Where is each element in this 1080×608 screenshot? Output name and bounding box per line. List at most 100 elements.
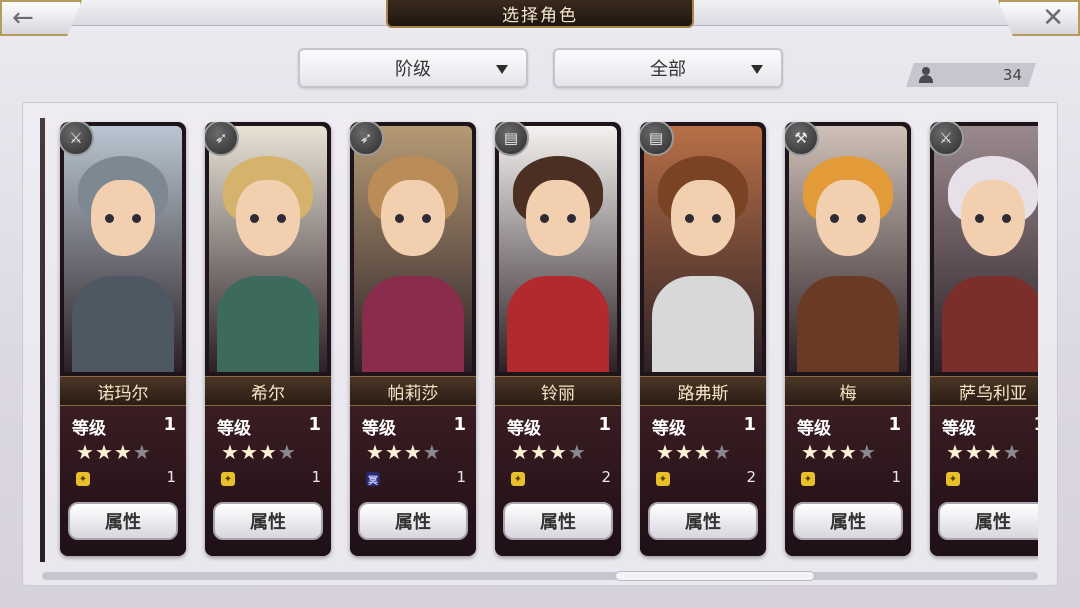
attribute-button[interactable]: 属性 — [648, 502, 758, 540]
element-count: 1 — [891, 468, 901, 486]
category-filter-dropdown[interactable]: 全部 — [553, 48, 783, 88]
portrait-body — [217, 276, 319, 372]
page-title: 选择角色 — [386, 0, 694, 28]
level-value: 1 — [598, 414, 611, 435]
character-card[interactable]: ⚔萨乌利亚等级1★★★★✦属性 — [930, 122, 1038, 556]
portrait-body — [362, 276, 464, 372]
rank-filter-label: 阶级 — [395, 59, 431, 80]
portrait-eye — [712, 214, 721, 223]
level-label: 等级 — [942, 419, 976, 439]
character-card[interactable]: ▤ 路弗斯 等级 1 ★★★★ ✦ 2 属性 — [640, 122, 766, 556]
element-count: 1 — [456, 468, 466, 486]
character-portrait — [934, 126, 1038, 372]
character-stats: 等级 1 ★★★★ 冥 1 属性 — [350, 406, 476, 556]
portrait-eye — [857, 214, 866, 223]
star-rating: ★★★★ — [801, 440, 877, 464]
element-icon: ✦ — [221, 472, 235, 486]
character-card[interactable]: ➶ 希尔 等级 1 ★★★★ ✦ 1 属性 — [205, 122, 331, 556]
element-icon: ✦ — [511, 472, 525, 486]
portrait-face — [816, 180, 880, 256]
arrow-left-icon: ← — [12, 3, 34, 33]
close-icon: ✕ — [1042, 3, 1064, 33]
character-name: 铃丽 — [495, 376, 621, 406]
portrait-eye — [132, 214, 141, 223]
portrait-face — [961, 180, 1025, 256]
rank-filter-dropdown[interactable]: 阶级 — [298, 48, 528, 88]
character-card[interactable]: ➶ 帕莉莎 等级 1 ★★★★ 冥 1 属性 — [350, 122, 476, 556]
star-rating: ★★★★ — [76, 440, 152, 464]
portrait-face — [381, 180, 445, 256]
portrait-eye — [250, 214, 259, 223]
portrait-eye — [422, 214, 431, 223]
level-value: 1 — [453, 414, 466, 435]
character-name: 希尔 — [205, 376, 331, 406]
character-portrait — [354, 126, 472, 372]
person-icon — [918, 67, 934, 83]
attribute-button[interactable]: 属性 — [793, 502, 903, 540]
chevron-down-icon — [751, 65, 763, 74]
character-name: 路弗斯 — [640, 376, 766, 406]
portrait-body — [652, 276, 754, 372]
character-name: 帕莉莎 — [350, 376, 476, 406]
portrait-eye — [830, 214, 839, 223]
level-label: 等级 — [652, 419, 686, 439]
element-count: 1 — [166, 468, 176, 486]
star-rating: ★★★★ — [946, 440, 1022, 464]
roster-count-value: 34 — [1002, 66, 1022, 84]
character-carousel[interactable]: ⚔ 诺玛尔 等级 1 ★★★★ ✦ 1 属性 ➶ 希尔 等级 1 ★★★★ ✦ 1 属性 ➶ 帕莉莎 等级 1 ★★★★… — [40, 118, 1038, 562]
portrait-face — [91, 180, 155, 256]
portrait-eye — [1002, 214, 1011, 223]
element-count: 1 — [311, 468, 321, 486]
level-value: 1 — [888, 414, 901, 435]
element-count: 2 — [746, 468, 756, 486]
portrait-eye — [395, 214, 404, 223]
character-stats: 等级 1 ★★★★ ✦ 2 属性 — [495, 406, 621, 556]
star-rating: ★★★★ — [511, 440, 587, 464]
star-rating: ★★★★ — [366, 440, 442, 464]
character-stats: 等级 1 ★★★★ ✦ 属性 — [930, 406, 1038, 556]
category-filter-label: 全部 — [650, 59, 686, 80]
horizontal-scrollbar[interactable] — [42, 572, 1038, 580]
portrait-eye — [567, 214, 576, 223]
level-value: 1 — [743, 414, 756, 435]
level-label: 等级 — [507, 419, 541, 439]
character-card[interactable]: ▤ 铃丽 等级 1 ★★★★ ✦ 2 属性 — [495, 122, 621, 556]
level-label: 等级 — [797, 419, 831, 439]
character-stats: 等级 1 ★★★★ ✦ 1 属性 — [785, 406, 911, 556]
character-portrait — [499, 126, 617, 372]
character-name: 诺玛尔 — [60, 376, 186, 406]
portrait-eye — [975, 214, 984, 223]
attribute-button[interactable]: 属性 — [213, 502, 323, 540]
portrait-body — [797, 276, 899, 372]
character-name: 梅 — [785, 376, 911, 406]
element-icon: ✦ — [946, 472, 960, 486]
attribute-button[interactable]: 属性 — [358, 502, 468, 540]
portrait-eye — [685, 214, 694, 223]
character-portrait — [209, 126, 327, 372]
chevron-down-icon — [496, 65, 508, 74]
portrait-face — [236, 180, 300, 256]
attribute-button[interactable]: 属性 — [503, 502, 613, 540]
portrait-body — [942, 276, 1038, 372]
portrait-face — [671, 180, 735, 256]
character-stats: 等级 1 ★★★★ ✦ 1 属性 — [60, 406, 186, 556]
character-portrait — [644, 126, 762, 372]
scrollbar-thumb[interactable] — [615, 571, 816, 581]
portrait-eye — [277, 214, 286, 223]
character-card[interactable]: ⚒ 梅等级 1 ★★★★ ✦ 1 属性 — [785, 122, 911, 556]
level-label: 等级 — [72, 419, 106, 439]
portrait-body — [72, 276, 174, 372]
character-stats: 等级 1 ★★★★ ✦ 2 属性 — [640, 406, 766, 556]
character-portrait — [64, 126, 182, 372]
portrait-eye — [540, 214, 549, 223]
character-portrait — [789, 126, 907, 372]
portrait-face — [526, 180, 590, 256]
element-icon: ✦ — [76, 472, 90, 486]
portrait-body — [507, 276, 609, 372]
character-card[interactable]: ⚔ 诺玛尔 等级 1 ★★★★ ✦ 1 属性 — [60, 122, 186, 556]
portrait-eye — [105, 214, 114, 223]
level-label: 等级 — [217, 419, 251, 439]
attribute-button[interactable]: 属性 — [68, 502, 178, 540]
attribute-button[interactable]: 属性 — [938, 502, 1038, 540]
element-count: 2 — [601, 468, 611, 486]
